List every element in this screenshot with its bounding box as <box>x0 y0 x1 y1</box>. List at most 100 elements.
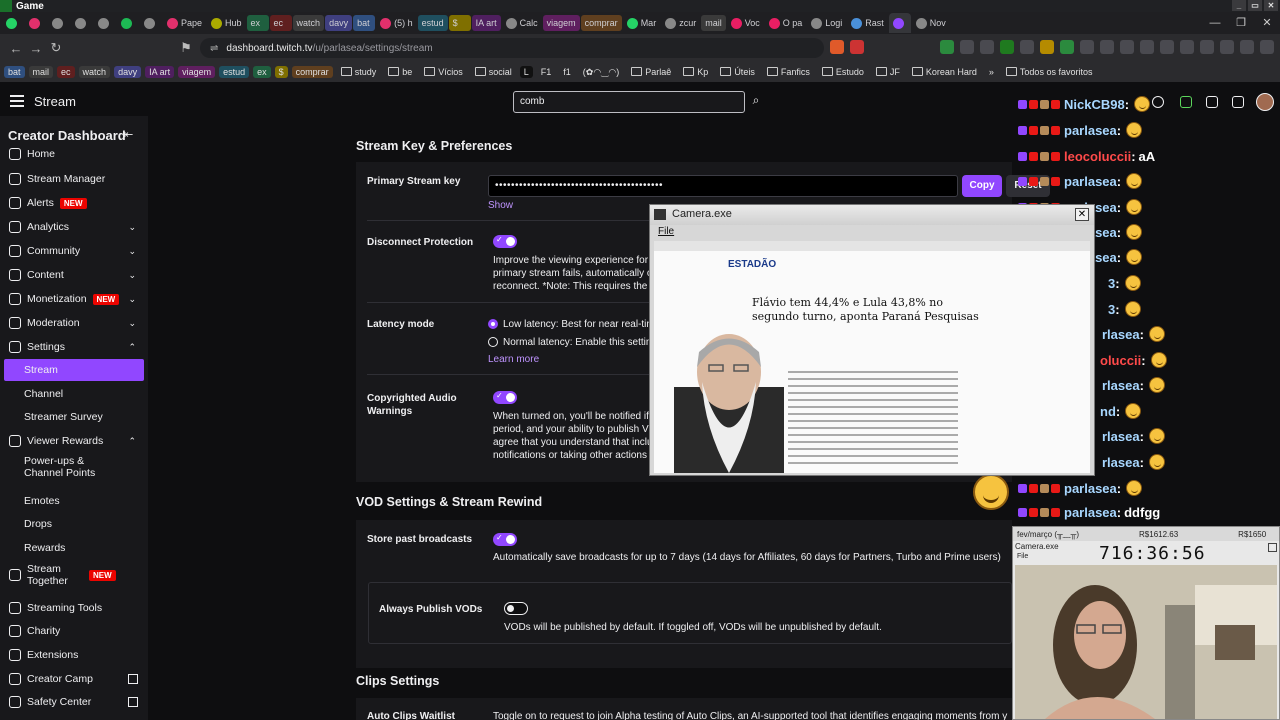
bookmark-folder[interactable]: Fanfics <box>763 66 814 78</box>
wallet-icon[interactable] <box>1200 40 1214 54</box>
browser-tab[interactable]: Logi <box>807 13 846 33</box>
sidebar-item-community[interactable]: Community ⌄ <box>0 240 148 262</box>
camera-window-2[interactable]: fev/março (╥﹏╥) R$1612.63 R$1650 Camera.… <box>1012 526 1280 720</box>
back-icon[interactable]: ← <box>6 41 26 56</box>
sidebar-item-streaming-tools[interactable]: Streaming Tools <box>0 597 148 619</box>
sidebar-item-settings[interactable]: Settings ⌃ <box>0 336 148 358</box>
browser-tab[interactable]: Nov <box>912 13 950 33</box>
show-key-link[interactable]: Show <box>488 200 513 211</box>
browser-tab[interactable]: $ <box>448 15 471 31</box>
learn-more-link[interactable]: Learn more <box>488 354 539 365</box>
bookmark-item[interactable]: davy <box>114 66 142 78</box>
sidebar-item-alerts[interactable]: Alerts NEW <box>0 192 148 214</box>
browser-tab[interactable]: bat <box>353 15 376 31</box>
chevron-down-icon[interactable]: ⌄ <box>128 294 136 305</box>
chat-username[interactable]: 3 <box>1108 302 1115 317</box>
chat-username[interactable]: rlasea <box>1102 378 1140 393</box>
extension-icon[interactable] <box>1040 40 1054 54</box>
puzzle-icon[interactable] <box>1080 40 1094 54</box>
normal-latency-radio[interactable] <box>488 337 498 347</box>
bookmark-item[interactable]: L <box>519 66 533 78</box>
reload-icon[interactable]: ↻ <box>46 40 66 56</box>
close-icon[interactable]: ✕ <box>1075 208 1089 221</box>
sidebar-item-creator-camp[interactable]: Creator Camp <box>0 668 148 690</box>
chevron-up-icon[interactable]: ⌃ <box>128 342 136 353</box>
chevron-down-icon[interactable]: ⌄ <box>128 246 136 257</box>
chat-username[interactable]: NickCB98 <box>1064 97 1125 112</box>
extension-icon[interactable] <box>1120 40 1134 54</box>
store-broadcasts-toggle[interactable] <box>493 533 517 546</box>
browser-tab[interactable]: viagem <box>542 15 580 31</box>
camera-window-titlebar[interactable]: Camera.exe <box>650 205 1094 225</box>
chat-username[interactable]: oluccii <box>1100 353 1141 368</box>
search-input[interactable]: comb <box>513 91 745 113</box>
minimize-icon[interactable]: — <box>1202 12 1228 34</box>
extension-icon[interactable] <box>1140 40 1154 54</box>
browser-tab[interactable]: Rast <box>847 13 888 33</box>
bookmark-item[interactable]: ex <box>253 66 271 78</box>
sidebar-item-monetization[interactable]: Monetization NEW ⌄ <box>0 288 148 310</box>
chat-username[interactable]: parlasea <box>1064 481 1117 496</box>
chat-username[interactable]: 3 <box>1108 276 1115 291</box>
bookmark-item[interactable]: $ <box>274 66 288 78</box>
collapse-sidebar-icon[interactable]: ⇤ <box>124 128 133 141</box>
file-menu[interactable]: File <box>658 226 674 237</box>
bookmark-folder[interactable]: Kp <box>679 66 712 78</box>
extension-icon[interactable] <box>980 40 994 54</box>
extension-icon[interactable] <box>1100 40 1114 54</box>
bookmark-icon[interactable]: ⚑ <box>176 40 196 56</box>
chevron-up-icon[interactable]: ⌃ <box>128 436 136 447</box>
browser-tab[interactable]: zcur <box>661 13 700 33</box>
browser-tab[interactable]: comprar <box>580 15 622 31</box>
sidebar-item-home[interactable]: Home <box>0 143 148 165</box>
help-icon[interactable] <box>1152 96 1164 108</box>
chat-username[interactable]: parlasea <box>1064 174 1117 189</box>
maximize-icon[interactable]: ▭ <box>1248 0 1262 11</box>
extension-icon[interactable] <box>940 40 954 54</box>
search-icon[interactable]: ⌕ <box>747 93 765 111</box>
bookmark-item[interactable]: bat <box>4 66 25 78</box>
browser-tab[interactable] <box>94 13 116 33</box>
browser-tab[interactable] <box>2 13 24 33</box>
close-icon[interactable]: ✕ <box>1264 0 1278 11</box>
browser-tab[interactable] <box>48 13 70 33</box>
browser-tab[interactable] <box>140 13 162 33</box>
bookmark-folder[interactable]: Vícios <box>420 66 467 78</box>
browser-tab[interactable]: Pape <box>163 13 206 33</box>
sidebar-item-charity[interactable]: Charity <box>0 620 148 642</box>
bookmark-item[interactable]: comprar <box>291 66 333 78</box>
sidebar-item-emotes[interactable]: Emotes <box>0 490 148 512</box>
stream-key-field[interactable]: ••••••••••••••••••••••••••••••••••••••••… <box>488 175 958 197</box>
chat-username[interactable]: leocoluccii <box>1064 149 1131 164</box>
brave-shield-icon[interactable] <box>830 40 844 54</box>
bookmark-folder[interactable]: Korean Hard <box>908 66 981 78</box>
chevron-down-icon[interactable]: ⌄ <box>128 270 136 281</box>
bookmark-folder[interactable]: social <box>471 66 516 78</box>
browser-tab[interactable]: mail <box>701 15 726 31</box>
extension-icon[interactable] <box>960 40 974 54</box>
browser-tab[interactable]: watch <box>292 15 325 31</box>
chevron-down-icon[interactable]: ⌄ <box>128 222 136 233</box>
extension-icon[interactable] <box>1000 40 1014 54</box>
disconnect-protection-toggle[interactable] <box>493 235 517 248</box>
browser-tab[interactable]: Hub <box>207 13 246 33</box>
camera-window[interactable]: Camera.exe ✕ File ESTADÃO Flávio tem 44,… <box>649 204 1095 476</box>
copy-button[interactable]: Copy <box>962 175 1002 197</box>
extension-icon[interactable] <box>1220 40 1234 54</box>
bookmark-folder[interactable]: be <box>384 66 416 78</box>
extension-icon[interactable] <box>1240 40 1254 54</box>
browser-tab[interactable]: estud <box>417 15 448 31</box>
bookmark-folder[interactable]: JF <box>872 66 904 78</box>
extension-icon[interactable] <box>1180 96 1192 108</box>
chat-icon[interactable] <box>1232 96 1244 108</box>
bookmark-folder[interactable]: Úteis <box>716 66 759 78</box>
sidebar-item-streamer-survey[interactable]: Streamer Survey <box>0 406 148 428</box>
browser-tab[interactable]: Mar <box>623 13 661 33</box>
low-latency-radio[interactable] <box>488 319 498 329</box>
mail-icon[interactable] <box>1206 96 1218 108</box>
browser-tab[interactable] <box>25 13 47 33</box>
sidebar-item-stream-manager[interactable]: Stream Manager <box>0 168 148 190</box>
bookmark-item[interactable]: f1 <box>559 66 575 78</box>
restore-icon[interactable]: ❐ <box>1228 12 1254 34</box>
url-field[interactable]: ⇌ dashboard.twitch.tv/u/parlasea/setting… <box>200 38 824 58</box>
